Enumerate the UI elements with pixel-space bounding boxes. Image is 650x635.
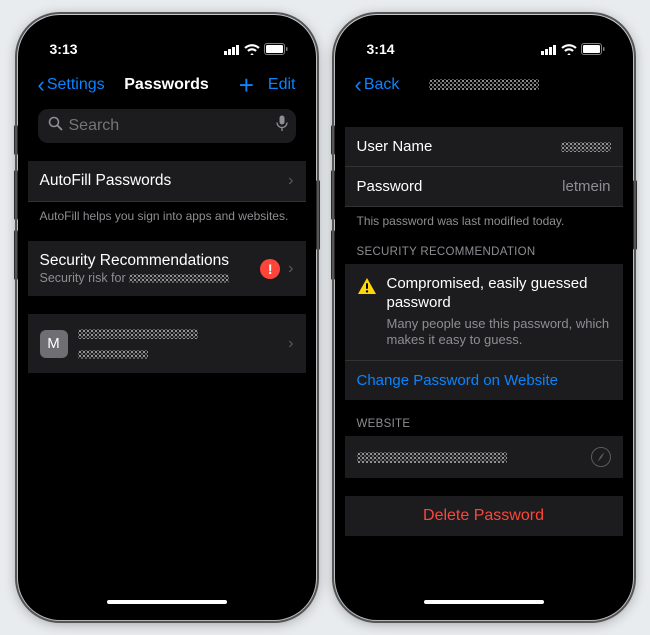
wifi-icon <box>561 44 577 55</box>
chevron-right-icon: › <box>288 335 293 353</box>
entry-user <box>78 345 283 362</box>
modified-note: This password was last modified today. <box>345 207 623 228</box>
entry-site <box>78 325 283 342</box>
search-icon <box>48 116 63 136</box>
chevron-left-icon: ‹ <box>38 74 45 96</box>
status-time: 3:13 <box>50 41 78 57</box>
alert-icon: ! <box>260 259 280 279</box>
site-icon: M <box>40 330 68 358</box>
notch <box>414 25 554 51</box>
rec-title: Compromised, easily guessed password <box>387 275 611 313</box>
password-label: Password <box>357 178 423 195</box>
phone-left: 3:13 ‹ Settings Passwords + Edit <box>18 15 316 620</box>
username-row[interactable]: User Name <box>345 127 623 167</box>
search-input[interactable] <box>69 117 276 135</box>
add-button[interactable]: + <box>239 72 254 98</box>
username-label: User Name <box>357 138 433 155</box>
website-header: WEBSITE <box>345 418 623 436</box>
rec-description: Many people use this password, which mak… <box>387 316 611 350</box>
nav-bar: ‹ Back <box>345 65 623 105</box>
password-value: letmein <box>562 178 610 195</box>
wifi-icon <box>244 44 260 55</box>
delete-label: Delete Password <box>423 507 544 525</box>
autofill-label: AutoFill Passwords <box>40 172 172 190</box>
website-row[interactable] <box>345 436 623 478</box>
password-row[interactable]: Password letmein <box>345 167 623 207</box>
change-password-link[interactable]: Change Password on Website <box>345 361 623 400</box>
username-value <box>561 138 611 155</box>
sec-rec-title: Security Recommendations <box>40 252 261 270</box>
home-indicator[interactable] <box>424 600 544 604</box>
delete-password-button[interactable]: Delete Password <box>345 496 623 536</box>
password-entry-row[interactable]: M › <box>28 314 306 373</box>
sec-rec-header: SECURITY RECOMMENDATION <box>345 246 623 264</box>
safari-icon[interactable] <box>591 447 611 467</box>
back-button[interactable]: ‹ Back <box>355 74 400 96</box>
battery-icon <box>264 43 288 55</box>
warning-icon <box>357 277 377 299</box>
notch <box>97 25 237 51</box>
nav-bar: ‹ Settings Passwords + Edit <box>28 65 306 105</box>
chevron-left-icon: ‹ <box>355 74 362 96</box>
autofill-passwords-row[interactable]: AutoFill Passwords › <box>28 161 306 202</box>
status-time: 3:14 <box>367 41 395 57</box>
sec-rec-subtitle: Security risk for <box>40 271 261 285</box>
back-label: Settings <box>47 76 105 94</box>
back-label: Back <box>364 76 400 94</box>
autofill-footer: AutoFill helps you sign into apps and we… <box>28 202 306 223</box>
recommendation-row: Compromised, easily guessed password Man… <box>345 264 623 361</box>
search-field[interactable] <box>38 109 296 143</box>
chevron-right-icon: › <box>288 260 293 278</box>
security-recommendations-row[interactable]: Security Recommendations Security risk f… <box>28 241 306 296</box>
phone-right: 3:14 ‹ Back User Name <box>335 15 633 620</box>
chevron-right-icon: › <box>288 172 293 190</box>
mic-icon[interactable] <box>276 115 288 137</box>
home-indicator[interactable] <box>107 600 227 604</box>
battery-icon <box>581 43 605 55</box>
change-password-label: Change Password on Website <box>357 372 559 389</box>
back-button[interactable]: ‹ Settings <box>38 74 105 96</box>
edit-button[interactable]: Edit <box>268 76 296 94</box>
website-value <box>357 449 507 466</box>
